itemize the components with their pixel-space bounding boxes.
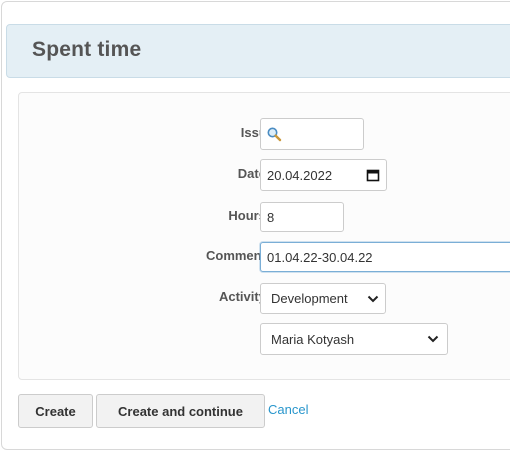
user-select[interactable]: Maria Kotyash xyxy=(260,323,448,355)
create-button[interactable]: Create xyxy=(18,394,93,428)
date-value: 20.04.2022 xyxy=(267,167,333,183)
calendar-icon[interactable] xyxy=(366,168,380,182)
activity-label-text: Activity xyxy=(218,289,266,304)
date-input[interactable]: 20.04.2022 xyxy=(260,159,387,191)
page-header: Spent time xyxy=(6,24,510,78)
activity-select[interactable]: Development xyxy=(260,283,386,314)
user-value: Maria Kotyash xyxy=(271,331,355,347)
chevron-down-icon xyxy=(427,335,439,343)
comment-label-text: Comment xyxy=(205,248,266,263)
issue-input[interactable] xyxy=(260,118,364,150)
comment-value: 01.04.22-30.04.22 xyxy=(267,249,373,265)
comment-input[interactable]: 01.04.22-30.04.22 xyxy=(260,242,510,272)
window-frame: Spent time Issue Date* 20.04.2022 Hours* xyxy=(1,1,510,450)
activity-value: Development xyxy=(271,291,348,306)
cancel-link[interactable]: Cancel xyxy=(268,402,308,417)
hours-input[interactable]: 8 xyxy=(260,202,344,232)
search-icon xyxy=(266,126,282,142)
chevron-down-icon xyxy=(367,295,379,303)
page-title: Spent time xyxy=(32,38,142,61)
create-and-continue-button[interactable]: Create and continue xyxy=(96,394,265,428)
hours-value: 8 xyxy=(267,209,275,225)
